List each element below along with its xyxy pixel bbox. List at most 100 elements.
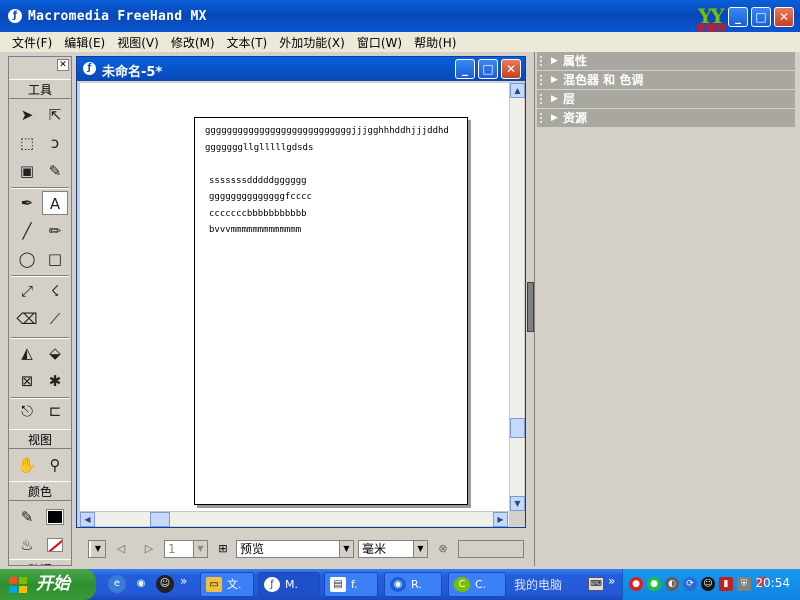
- eraser-tool-icon[interactable]: ⌫: [14, 307, 40, 331]
- taskbar-item-folder[interactable]: ▭ 文.: [200, 572, 254, 597]
- taskbar-item-r[interactable]: ◉ R.: [384, 572, 442, 597]
- expand-arrow-icon[interactable]: ▶: [551, 90, 558, 108]
- maximize-button[interactable]: □: [751, 7, 771, 27]
- menu-view[interactable]: 视图(V): [111, 34, 165, 51]
- view-mode-select[interactable]: 预览 ▼: [236, 540, 354, 558]
- stroke-color-icon[interactable]: ✎: [14, 505, 40, 529]
- my-computer-label[interactable]: 我的电脑: [514, 576, 562, 593]
- expand-arrow-icon[interactable]: ▶: [551, 52, 558, 70]
- line-tool-icon[interactable]: ╱: [14, 219, 40, 243]
- cancel-render-icon[interactable]: ⊗: [434, 540, 452, 558]
- units-select[interactable]: 毫米 ▼: [358, 540, 428, 558]
- freehand-app-icon[interactable]: ƒ: [8, 9, 22, 23]
- scroll-right-icon[interactable]: ▶: [493, 512, 508, 527]
- doc-minimize-button[interactable]: _: [455, 59, 475, 79]
- page-number-select[interactable]: 1 ▼: [164, 540, 208, 558]
- text-line[interactable]: cccccccbbbbbbbbbbb: [209, 209, 307, 219]
- menu-modify[interactable]: 修改(M): [165, 34, 221, 51]
- scroll-left-icon[interactable]: ◀: [80, 512, 95, 527]
- text-line[interactable]: sssssssdddddgggggg: [209, 176, 307, 186]
- text-tool-icon[interactable]: A: [42, 191, 68, 215]
- freeform-tool-icon[interactable]: ☇: [42, 279, 68, 303]
- stroke-color-swatch[interactable]: [42, 505, 68, 529]
- add-page-icon[interactable]: ⊞: [214, 540, 232, 558]
- drawing-canvas[interactable]: gggggggggggggggggggggggggggjjjgghhhddhjj…: [80, 83, 509, 511]
- taskbar-item-c[interactable]: C C.: [448, 572, 506, 597]
- menu-help[interactable]: 帮助(H): [408, 34, 462, 51]
- close-button[interactable]: ✕: [774, 7, 794, 27]
- lasso-tool-icon[interactable]: ↄ: [42, 131, 68, 155]
- panel-mixer[interactable]: ▶ 混色器 和 色调: [537, 71, 795, 89]
- blend-tool-icon[interactable]: ◭: [14, 341, 40, 365]
- text-line[interactable]: ggggggggggggggfcccc: [209, 192, 312, 202]
- next-page-icon[interactable]: ▷: [140, 540, 158, 558]
- tray-network-icon[interactable]: ⟳: [683, 577, 697, 591]
- page-menu-dropdown[interactable]: ▼: [88, 540, 106, 558]
- menu-file[interactable]: 文件(F): [6, 34, 58, 51]
- panel-properties[interactable]: ▶ 属性: [537, 52, 795, 70]
- scroll-up-icon[interactable]: ▲: [510, 83, 525, 98]
- rectangle-tool-icon[interactable]: □: [42, 247, 68, 271]
- expand-arrow-icon[interactable]: ▶: [551, 71, 558, 89]
- horizontal-scroll-thumb[interactable]: [150, 512, 170, 527]
- text-line[interactable]: gggggggggggggggggggggggggggjjjgghhhddhjj…: [205, 126, 449, 136]
- ellipse-tool-icon[interactable]: ◯: [14, 247, 40, 271]
- app-title-bar[interactable]: ƒ Macromedia FreeHand MX YY 育碟苑 _ □ ✕: [0, 0, 800, 35]
- vertical-scrollbar[interactable]: ▲ ▼: [509, 83, 525, 511]
- tray-record-icon[interactable]: ●: [629, 577, 643, 591]
- knife-tool-icon[interactable]: ⟋: [42, 307, 68, 331]
- ie-quicklaunch-icon[interactable]: e: [108, 575, 126, 593]
- fill-none-swatch[interactable]: [42, 533, 68, 557]
- horizontal-scrollbar[interactable]: ◀ ▶: [80, 511, 509, 527]
- tray-volume-icon[interactable]: ◐: [665, 577, 679, 591]
- tray-shield-icon[interactable]: ⛨: [737, 577, 751, 591]
- vertical-scroll-thumb[interactable]: [510, 418, 525, 438]
- pen-tool-icon[interactable]: ✒: [14, 191, 40, 215]
- panel-splitter[interactable]: [527, 282, 534, 332]
- media-quicklaunch-icon[interactable]: ◉: [132, 575, 150, 593]
- panel-layers[interactable]: ▶ 层: [537, 90, 795, 108]
- panel-assets[interactable]: ▶ 资源: [537, 109, 795, 127]
- document-title-bar[interactable]: ƒ 未命名-5* _ □ ✕: [77, 57, 525, 81]
- graphic-hose-tool-icon[interactable]: ✱: [42, 369, 68, 393]
- fill-color-icon[interactable]: ♨: [14, 533, 40, 557]
- qq-quicklaunch-icon[interactable]: ☺: [156, 575, 174, 593]
- menu-text[interactable]: 文本(T): [221, 34, 274, 51]
- connector-tool-icon[interactable]: ⊏: [42, 399, 68, 423]
- eyedropper-tool-icon[interactable]: ✎: [42, 159, 68, 183]
- minimize-button[interactable]: _: [728, 7, 748, 27]
- tray-expand-icon[interactable]: »: [608, 574, 615, 588]
- menu-xtras[interactable]: 外加功能(X): [273, 34, 351, 51]
- extrude-tool-icon[interactable]: ⬙: [42, 341, 68, 365]
- tools-close-icon[interactable]: ✕: [57, 59, 69, 71]
- doc-maximize-button[interactable]: □: [478, 59, 498, 79]
- trace-tool-icon[interactable]: ▣: [14, 159, 40, 183]
- scale-tool-icon[interactable]: ⤢: [14, 279, 40, 303]
- expand-arrow-icon[interactable]: ▶: [551, 109, 558, 127]
- scroll-down-icon[interactable]: ▼: [510, 496, 525, 511]
- text-line[interactable]: bvvvmmmmmmmmmmmmm: [209, 225, 301, 235]
- tray-security-icon[interactable]: ▮: [719, 577, 733, 591]
- zoom-tool-icon[interactable]: ⚲: [42, 453, 68, 477]
- subselect-tool-icon[interactable]: ⇱: [42, 103, 68, 127]
- text-line[interactable]: gggggggllglllllgdsds: [205, 143, 313, 153]
- doc-close-button[interactable]: ✕: [501, 59, 521, 79]
- tray-qq-icon[interactable]: ☺: [701, 577, 715, 591]
- tray-status-icon[interactable]: ●: [647, 577, 661, 591]
- link-tool-icon[interactable]: ⎋: [14, 399, 40, 423]
- hand-tool-icon[interactable]: ✋: [14, 453, 40, 477]
- perspective-tool-icon[interactable]: ⊠: [14, 369, 40, 393]
- document-page[interactable]: gggggggggggggggggggggggggggjjjgghhhddhjj…: [194, 117, 468, 505]
- clock[interactable]: 20:54: [755, 576, 790, 590]
- taskbar-item-f[interactable]: ▤ f.: [324, 572, 378, 597]
- pencil-tool-icon[interactable]: ✏: [42, 219, 68, 243]
- start-button[interactable]: 开始: [0, 569, 96, 600]
- page-tool-icon[interactable]: ⬚: [14, 131, 40, 155]
- quicklaunch-expand-icon[interactable]: »: [180, 574, 187, 588]
- previous-page-icon[interactable]: ◁: [112, 540, 130, 558]
- taskbar-item-freehand[interactable]: ƒ M.: [258, 572, 320, 597]
- pointer-tool-icon[interactable]: ➤: [14, 103, 40, 127]
- menu-edit[interactable]: 编辑(E): [58, 34, 111, 51]
- menu-window[interactable]: 窗口(W): [351, 34, 408, 51]
- keyboard-icon[interactable]: ⌨: [588, 577, 604, 591]
